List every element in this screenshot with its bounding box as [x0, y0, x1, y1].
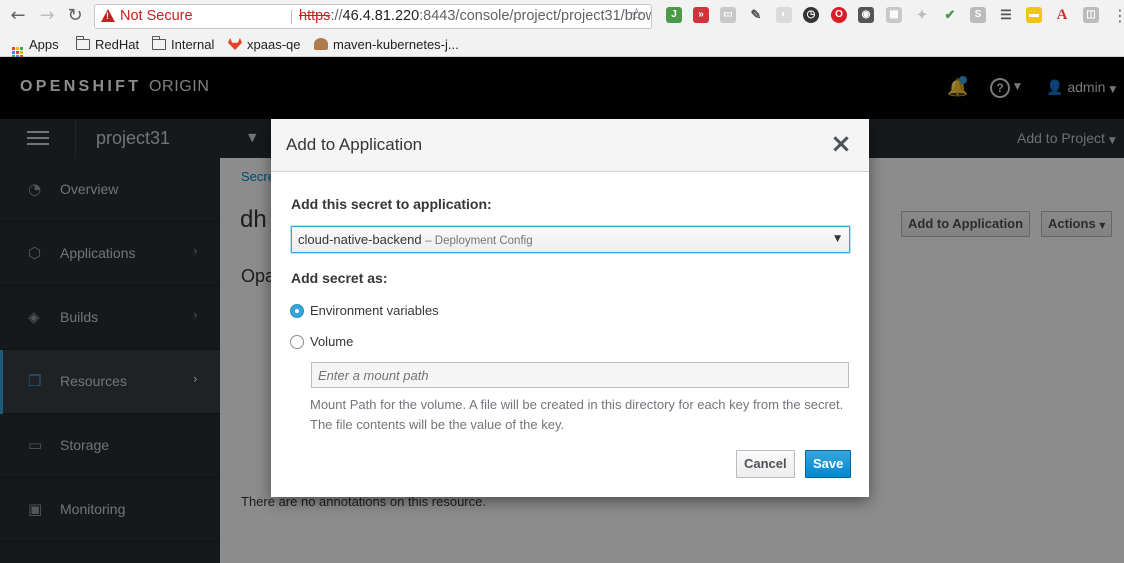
bookmark-maven-kubernetes[interactable]: maven-kubernetes-j... — [314, 36, 459, 54]
folder-icon — [151, 36, 166, 50]
chevron-down-icon: ▼ — [834, 234, 841, 244]
cancel-button[interactable]: Cancel — [736, 450, 795, 478]
forward-icon[interactable]: → — [37, 6, 57, 26]
url-scheme: https — [299, 8, 331, 24]
extension-icon[interactable]: S — [970, 7, 986, 23]
list-icon[interactable]: ☰ — [998, 7, 1014, 23]
selected-application: cloud-native-backend — [298, 232, 422, 247]
bookmark-redhat[interactable]: RedHat — [75, 36, 140, 54]
extension-icon[interactable]: A — [1054, 7, 1070, 23]
add-to-application-modal: Add to Application × Add this secret to … — [271, 119, 869, 497]
bookmark-label: RedHat — [95, 37, 140, 52]
warning-icon — [101, 9, 115, 22]
radio-checked-icon[interactable] — [290, 304, 304, 318]
url-host: 46.4.81.220 — [342, 8, 420, 24]
url-text: https://46.4.81.220:8443/console/project… — [299, 5, 651, 28]
extension-icon[interactable]: ◉ — [858, 7, 874, 23]
extension-icon[interactable]: » — [693, 7, 709, 23]
extension-icon[interactable]: ▦ — [886, 7, 902, 23]
browser-toolbar: ← → ↻ Not Secure https://46.4.81.220:844… — [0, 0, 1124, 33]
radio-label: Environment variables — [310, 303, 439, 318]
selected-application-kind: – Deployment Config — [425, 235, 533, 247]
address-bar[interactable]: Not Secure https://46.4.81.220:8443/cons… — [94, 4, 652, 29]
opera-icon[interactable]: O — [831, 7, 847, 23]
eyedropper-icon[interactable]: ✎ — [748, 7, 764, 23]
bookmark-label: xpaas-qe — [247, 37, 301, 52]
mount-path-input[interactable] — [311, 362, 849, 388]
bookmarks-bar: Apps RedHat Internal xpaas-qe maven-kube… — [0, 33, 1124, 58]
add-secret-as-label: Add secret as: — [291, 270, 388, 286]
radio-label: Volume — [310, 334, 354, 349]
security-label: Not Secure — [120, 8, 193, 24]
extension-icon[interactable]: ▬ — [1026, 7, 1042, 23]
extension-icon[interactable]: ◐ — [776, 7, 792, 23]
mount-path-help-text: Mount Path for the volume. A file will b… — [310, 397, 844, 432]
browser-menu-icon[interactable]: ⋮ — [1112, 6, 1124, 26]
extension-icon[interactable]: ◷ — [803, 7, 819, 23]
application-select[interactable]: cloud-native-backend – Deployment Config… — [291, 226, 850, 253]
bookmark-xpaas[interactable]: xpaas-qe — [228, 36, 300, 54]
bookmark-label: Internal — [171, 37, 215, 52]
radio-environment-variables[interactable]: Environment variables — [290, 303, 439, 319]
omnibox-divider — [291, 10, 292, 24]
bookmark-internal[interactable]: Internal — [151, 36, 215, 54]
application-label: Add this secret to application: — [291, 196, 492, 212]
modal-title: Add to Application — [286, 135, 423, 154]
reload-icon[interactable]: ↻ — [65, 6, 85, 26]
modal-header: Add to Application × — [271, 119, 869, 172]
folder-icon — [75, 36, 90, 50]
bookmark-label: maven-kubernetes-j... — [333, 37, 459, 52]
save-button[interactable]: Save — [805, 450, 852, 478]
bookmark-apps[interactable]: Apps — [12, 36, 59, 58]
extension-icon[interactable]: J — [666, 7, 682, 23]
extension-icon[interactable]: ▭ — [720, 7, 736, 23]
gitlab-icon — [228, 38, 242, 50]
bookmark-label: Apps — [29, 37, 59, 52]
close-icon[interactable]: × — [830, 131, 852, 157]
url-separator: :// — [330, 8, 343, 24]
radio-unchecked-icon[interactable] — [290, 335, 304, 349]
back-icon[interactable]: ← — [8, 6, 28, 26]
url-path: :8443/console/project/project31/browse/s… — [419, 8, 651, 24]
extension-icon[interactable]: ◫ — [1083, 7, 1099, 23]
radio-volume[interactable]: Volume — [290, 334, 353, 350]
extension-icon[interactable]: ✦ — [914, 7, 930, 23]
bookmark-star-icon[interactable]: ☆ — [629, 5, 644, 25]
extension-icon[interactable]: ✔ — [942, 7, 958, 23]
jenkins-icon — [314, 38, 328, 50]
